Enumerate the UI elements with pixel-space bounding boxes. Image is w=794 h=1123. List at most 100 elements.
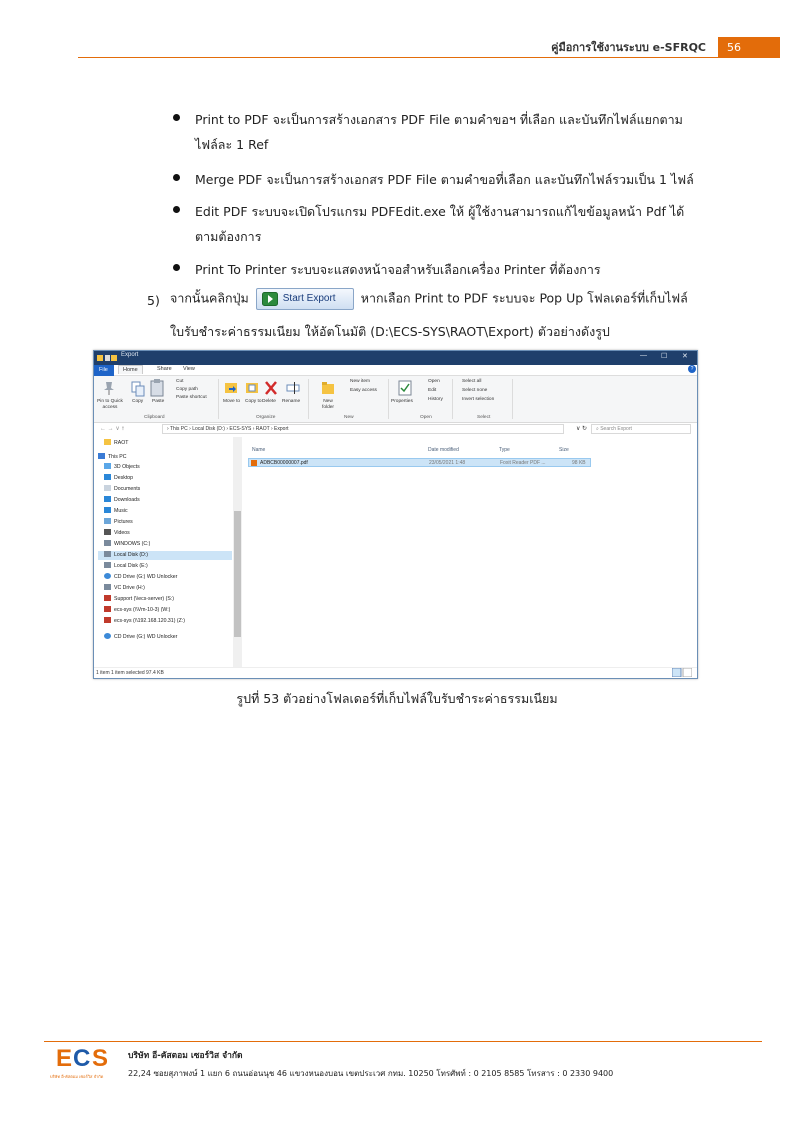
table-row[interactable]: ADBCB00000007.pdf 23/05/2021 1:48 Foxit …: [248, 458, 591, 467]
nav-item-selected[interactable]: Local Disk (D:): [98, 551, 232, 560]
nav-item[interactable]: Desktop: [104, 474, 133, 483]
nav-item[interactable]: Videos: [104, 529, 130, 538]
delete-button[interactable]: Delete: [262, 399, 276, 404]
new-item-button[interactable]: New item: [350, 379, 370, 384]
pdf-icon: [251, 460, 257, 466]
easy-access-button[interactable]: Easy access: [350, 388, 377, 393]
figure-caption: รูปที่ 53 ตัวอย่างโฟลเดอร์ที่เก็บไฟล์ใบร…: [236, 691, 558, 706]
header-title: คู่มือการใช้งานระบบ e-SFRQC: [551, 41, 706, 54]
tab-file[interactable]: File: [94, 365, 114, 376]
search-placeholder: Search Export: [600, 426, 632, 432]
file-size: 98 KB: [572, 460, 586, 466]
bullet-print-printer: Print To Printer ระบบจะแสดงหน้าจอสำหรับเ…: [195, 262, 601, 277]
maximize-icon[interactable]: ☐: [661, 352, 667, 360]
column-date-modified[interactable]: Date modified: [428, 447, 459, 453]
header-divider: [78, 57, 718, 58]
status-bar: 1 item 1 item selected 97.4 KB: [94, 667, 697, 678]
nav-item[interactable]: Downloads: [104, 496, 140, 505]
step5-after: หากเลือก Print to PDF ระบบจะ Pop Up โฟลเ…: [360, 290, 688, 306]
step5-line1: จากนั้นคลิกปุ่ม Start Export หากเลือก Pr…: [170, 288, 688, 310]
select-all-button[interactable]: Select all: [462, 379, 481, 384]
bullet-dot: [173, 264, 180, 271]
step5-before: จากนั้นคลิกปุ่ม: [170, 290, 249, 306]
svg-text:S: S: [92, 1045, 108, 1069]
page-number: 56: [718, 37, 780, 58]
minimize-icon[interactable]: —: [640, 352, 647, 359]
documents-icon: [104, 485, 111, 491]
bullet-print-pdf-line1: Print to PDF จะเป็นการสร้างเอกสาร PDF Fi…: [195, 112, 683, 127]
column-type[interactable]: Type: [499, 447, 510, 453]
column-size[interactable]: Size: [559, 447, 569, 453]
rename-button[interactable]: Rename: [282, 399, 300, 404]
delete-icon: [265, 381, 277, 395]
step5-line2: ใบรับชำระค่าธรรมเนียม ให้อัตโนมัติ (D:\E…: [170, 324, 610, 339]
properties-button[interactable]: Properties: [391, 399, 413, 404]
nav-item[interactable]: CD Drive (G:) WD Unlocker: [104, 633, 177, 642]
window-title: Export: [121, 352, 139, 358]
select-none-button[interactable]: Select none: [462, 388, 487, 393]
start-export-button[interactable]: Start Export: [255, 288, 354, 310]
nav-item[interactable]: Support (\\ecs-server) (S:): [104, 595, 174, 604]
column-name[interactable]: Name: [252, 447, 265, 453]
nav-item[interactable]: CD Drive (G:) WD Unlocker: [104, 573, 177, 582]
pc-icon: [98, 453, 105, 459]
nav-item[interactable]: Music: [104, 507, 128, 516]
drive-icon: [104, 584, 111, 590]
tab-share[interactable]: Share: [157, 366, 172, 372]
nav-item[interactable]: RAOT: [104, 439, 128, 448]
cd-drive-icon: [104, 633, 111, 639]
file-name: ADBCB00000007.pdf: [260, 460, 308, 466]
refresh-icon[interactable]: ∨ ↻: [576, 425, 587, 432]
paste-button[interactable]: Paste: [152, 399, 164, 404]
nav-item[interactable]: ecs-sys (\\Vm-10-3) (W:): [104, 606, 170, 615]
close-icon[interactable]: ✕: [682, 352, 688, 360]
copy-button[interactable]: Copy: [132, 399, 143, 404]
file-explorer-window: Export — ☐ ✕ File Home Share View ? Pin …: [93, 350, 698, 679]
network-drive-icon: [104, 606, 111, 612]
scrollbar-thumb[interactable]: [234, 511, 241, 637]
open-button[interactable]: Open: [428, 379, 440, 384]
pin-icon: [104, 382, 114, 395]
copy-to-button[interactable]: Copy to: [245, 399, 262, 404]
rename-icon: [286, 382, 300, 394]
pin-to-quick-access-button[interactable]: Pin to Quick access: [95, 399, 125, 411]
group-select: Select: [477, 415, 491, 420]
invert-selection-button[interactable]: Invert selection: [462, 397, 494, 402]
desktop-icon: [104, 474, 111, 480]
nav-item[interactable]: VC Drive (H:): [104, 584, 145, 593]
ribbon-tabs: File Home Share View ?: [94, 365, 697, 376]
edit-button[interactable]: Edit: [428, 388, 436, 393]
nav-item[interactable]: Local Disk (E:): [104, 562, 148, 571]
ecs-logo: E C S: [56, 1045, 108, 1069]
drive-icon: [104, 540, 111, 546]
copy-path-button[interactable]: Copy path: [176, 387, 198, 392]
view-toggle-icon[interactable]: [672, 668, 692, 677]
cut-button[interactable]: Cut: [176, 379, 183, 384]
bullet-print-pdf-line2: ไฟล์ละ 1 Ref: [195, 137, 269, 152]
bullet-edit-pdf-line1: Edit PDF ระบบจะเปิดโปรแกรม PDFEdit.exe ใ…: [195, 204, 685, 219]
nav-item[interactable]: Documents: [104, 485, 140, 494]
group-organize: Organize: [256, 415, 276, 420]
address-bar-row: ← → ∨ ↑ › This PC › Local Disk (D:) › EC…: [94, 423, 697, 435]
pictures-icon: [104, 518, 111, 524]
nav-item[interactable]: Pictures: [104, 518, 133, 527]
nav-scrollbar[interactable]: [233, 437, 242, 667]
bullet-dot: [173, 114, 180, 121]
tab-home[interactable]: Home: [118, 365, 143, 374]
history-button[interactable]: History: [428, 397, 443, 402]
nav-item[interactable]: This PC: [98, 453, 126, 462]
help-icon[interactable]: ?: [688, 365, 696, 373]
search-input[interactable]: ⌕ Search Export: [591, 424, 691, 434]
new-folder-button[interactable]: New folder: [318, 399, 338, 411]
nav-item[interactable]: WINDOWS (C:): [104, 540, 150, 549]
drive-icon: [104, 551, 111, 557]
tab-view[interactable]: View: [183, 366, 195, 372]
address-bar[interactable]: › This PC › Local Disk (D:) › ECS-SYS › …: [162, 424, 564, 434]
move-to-button[interactable]: Move to: [223, 399, 240, 404]
nav-arrows[interactable]: ← → ∨ ↑: [100, 425, 124, 432]
move-to-icon: [225, 383, 237, 393]
paste-shortcut-button[interactable]: Paste shortcut: [176, 395, 207, 400]
network-drive-icon: [104, 617, 111, 623]
nav-item[interactable]: ecs-sys (\\192.168.120.31) (Z:): [104, 617, 185, 626]
nav-item[interactable]: 3D Objects: [104, 463, 140, 472]
